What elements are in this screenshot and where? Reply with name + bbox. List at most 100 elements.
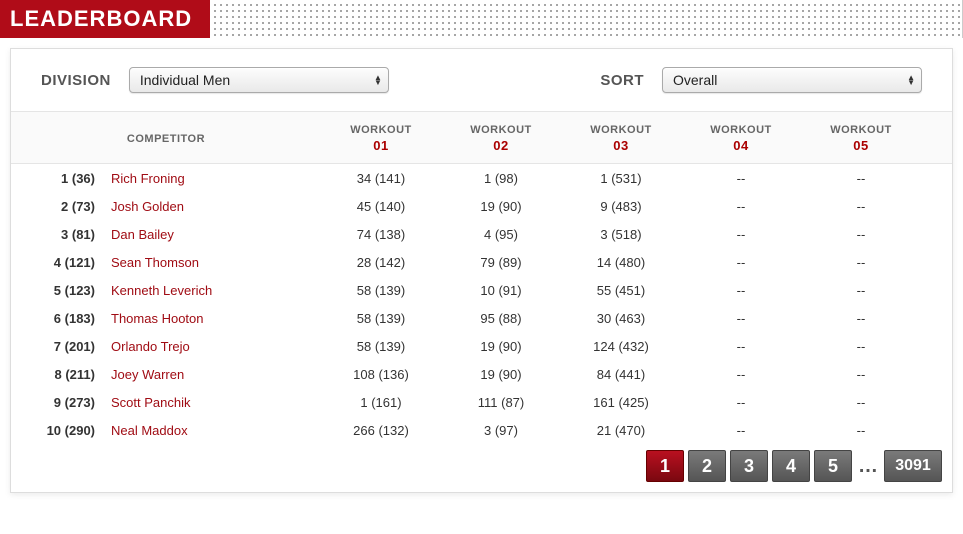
workout-cell: 30 (463) [561,311,681,326]
workout-cell: -- [801,367,921,382]
workout-cell: -- [801,171,921,186]
workout-cell: -- [681,255,801,270]
page-button-last[interactable]: 3091 [884,450,942,482]
rank-cell: 9 (273) [11,395,101,410]
workout-cell: 84 (441) [561,367,681,382]
division-label: DIVISION [41,72,111,89]
page-button[interactable]: 2 [688,450,726,482]
table-header: COMPETITOR WORKOUT 01 WORKOUT 02 WORKOUT… [11,111,952,164]
competitor-name[interactable]: Sean Thomson [101,255,321,270]
page-title: LEADERBOARD [0,0,210,38]
workout-cell: -- [681,367,801,382]
workout-cell: -- [801,283,921,298]
workout-cell: -- [681,283,801,298]
workout-cell: 79 (89) [441,255,561,270]
workout-cell: 1 (531) [561,171,681,186]
rank-cell: 8 (211) [11,367,101,382]
workout-cell: 10 (91) [441,283,561,298]
page-ellipsis: … [856,455,880,478]
competitor-name[interactable]: Neal Maddox [101,423,321,438]
column-header-competitor: COMPETITOR [11,133,321,145]
table-row: 10 (290)Neal Maddox266 (132)3 (97)21 (47… [11,416,952,444]
workout-cell: 21 (470) [561,423,681,438]
workout-cell: -- [681,311,801,326]
competitor-name[interactable]: Kenneth Leverich [101,283,321,298]
chevron-updown-icon: ▲▼ [907,75,915,85]
workout-cell: -- [801,395,921,410]
page-button[interactable]: 3 [730,450,768,482]
pagination: 12345…3091 [11,444,952,492]
column-header-workout-01[interactable]: WORKOUT 01 [321,124,441,153]
table-row: 2 (73)Josh Golden45 (140)19 (90)9 (483)-… [11,192,952,220]
workout-cell: 111 (87) [441,395,561,410]
table-body: 1 (36)Rich Froning34 (141)1 (98)1 (531)-… [11,164,952,444]
sort-label: SORT [600,72,644,89]
table-row: 6 (183)Thomas Hooton58 (139)95 (88)30 (4… [11,304,952,332]
workout-cell: -- [681,395,801,410]
table-row: 9 (273)Scott Panchik1 (161)111 (87)161 (… [11,388,952,416]
workout-cell: 108 (136) [321,367,441,382]
workout-cell: 55 (451) [561,283,681,298]
workout-cell: 95 (88) [441,311,561,326]
column-header-workout-05[interactable]: WORKOUT 05 [801,124,921,153]
column-header-workout-03[interactable]: WORKOUT 03 [561,124,681,153]
workout-cell: 3 (518) [561,227,681,242]
page-header: LEADERBOARD [0,0,963,38]
workout-cell: -- [681,227,801,242]
workout-cell: 1 (161) [321,395,441,410]
workout-cell: 3 (97) [441,423,561,438]
column-header-workout-04[interactable]: WORKOUT 04 [681,124,801,153]
header-decoration [210,0,963,38]
chevron-updown-icon: ▲▼ [374,75,382,85]
rank-cell: 6 (183) [11,311,101,326]
workout-cell: 1 (98) [441,171,561,186]
competitor-name[interactable]: Thomas Hooton [101,311,321,326]
workout-cell: -- [681,423,801,438]
competitor-name[interactable]: Dan Bailey [101,227,321,242]
workout-cell: 266 (132) [321,423,441,438]
rank-cell: 4 (121) [11,255,101,270]
workout-cell: -- [801,227,921,242]
workout-cell: 28 (142) [321,255,441,270]
workout-cell: -- [801,255,921,270]
rank-cell: 2 (73) [11,199,101,214]
workout-cell: -- [801,339,921,354]
table-row: 5 (123)Kenneth Leverich58 (139)10 (91)55… [11,276,952,304]
workout-cell: 34 (141) [321,171,441,186]
competitor-name[interactable]: Josh Golden [101,199,321,214]
page-button[interactable]: 5 [814,450,852,482]
workout-cell: 9 (483) [561,199,681,214]
table-row: 8 (211)Joey Warren108 (136)19 (90)84 (44… [11,360,952,388]
sort-select[interactable]: Overall ▲▼ [662,67,922,93]
competitor-name[interactable]: Scott Panchik [101,395,321,410]
competitor-name[interactable]: Joey Warren [101,367,321,382]
workout-cell: -- [801,199,921,214]
table-row: 1 (36)Rich Froning34 (141)1 (98)1 (531)-… [11,164,952,192]
workout-cell: -- [681,199,801,214]
competitor-name[interactable]: Rich Froning [101,171,321,186]
workout-cell: -- [801,423,921,438]
workout-cell: 45 (140) [321,199,441,214]
workout-cell: -- [681,339,801,354]
workout-cell: -- [681,171,801,186]
page-button[interactable]: 1 [646,450,684,482]
division-select[interactable]: Individual Men ▲▼ [129,67,389,93]
workout-cell: 58 (139) [321,283,441,298]
division-select-value: Individual Men [140,72,230,88]
controls-bar: DIVISION Individual Men ▲▼ SORT Overall … [11,49,952,111]
workout-cell: 19 (90) [441,339,561,354]
rank-cell: 7 (201) [11,339,101,354]
sort-select-value: Overall [673,72,717,88]
rank-cell: 10 (290) [11,423,101,438]
workout-cell: 19 (90) [441,367,561,382]
rank-cell: 3 (81) [11,227,101,242]
column-header-workout-02[interactable]: WORKOUT 02 [441,124,561,153]
page-button[interactable]: 4 [772,450,810,482]
workout-cell: 4 (95) [441,227,561,242]
rank-cell: 1 (36) [11,171,101,186]
table-row: 4 (121)Sean Thomson28 (142)79 (89)14 (48… [11,248,952,276]
table-row: 3 (81)Dan Bailey74 (138)4 (95)3 (518)---… [11,220,952,248]
competitor-name[interactable]: Orlando Trejo [101,339,321,354]
workout-cell: -- [801,311,921,326]
workout-cell: 161 (425) [561,395,681,410]
